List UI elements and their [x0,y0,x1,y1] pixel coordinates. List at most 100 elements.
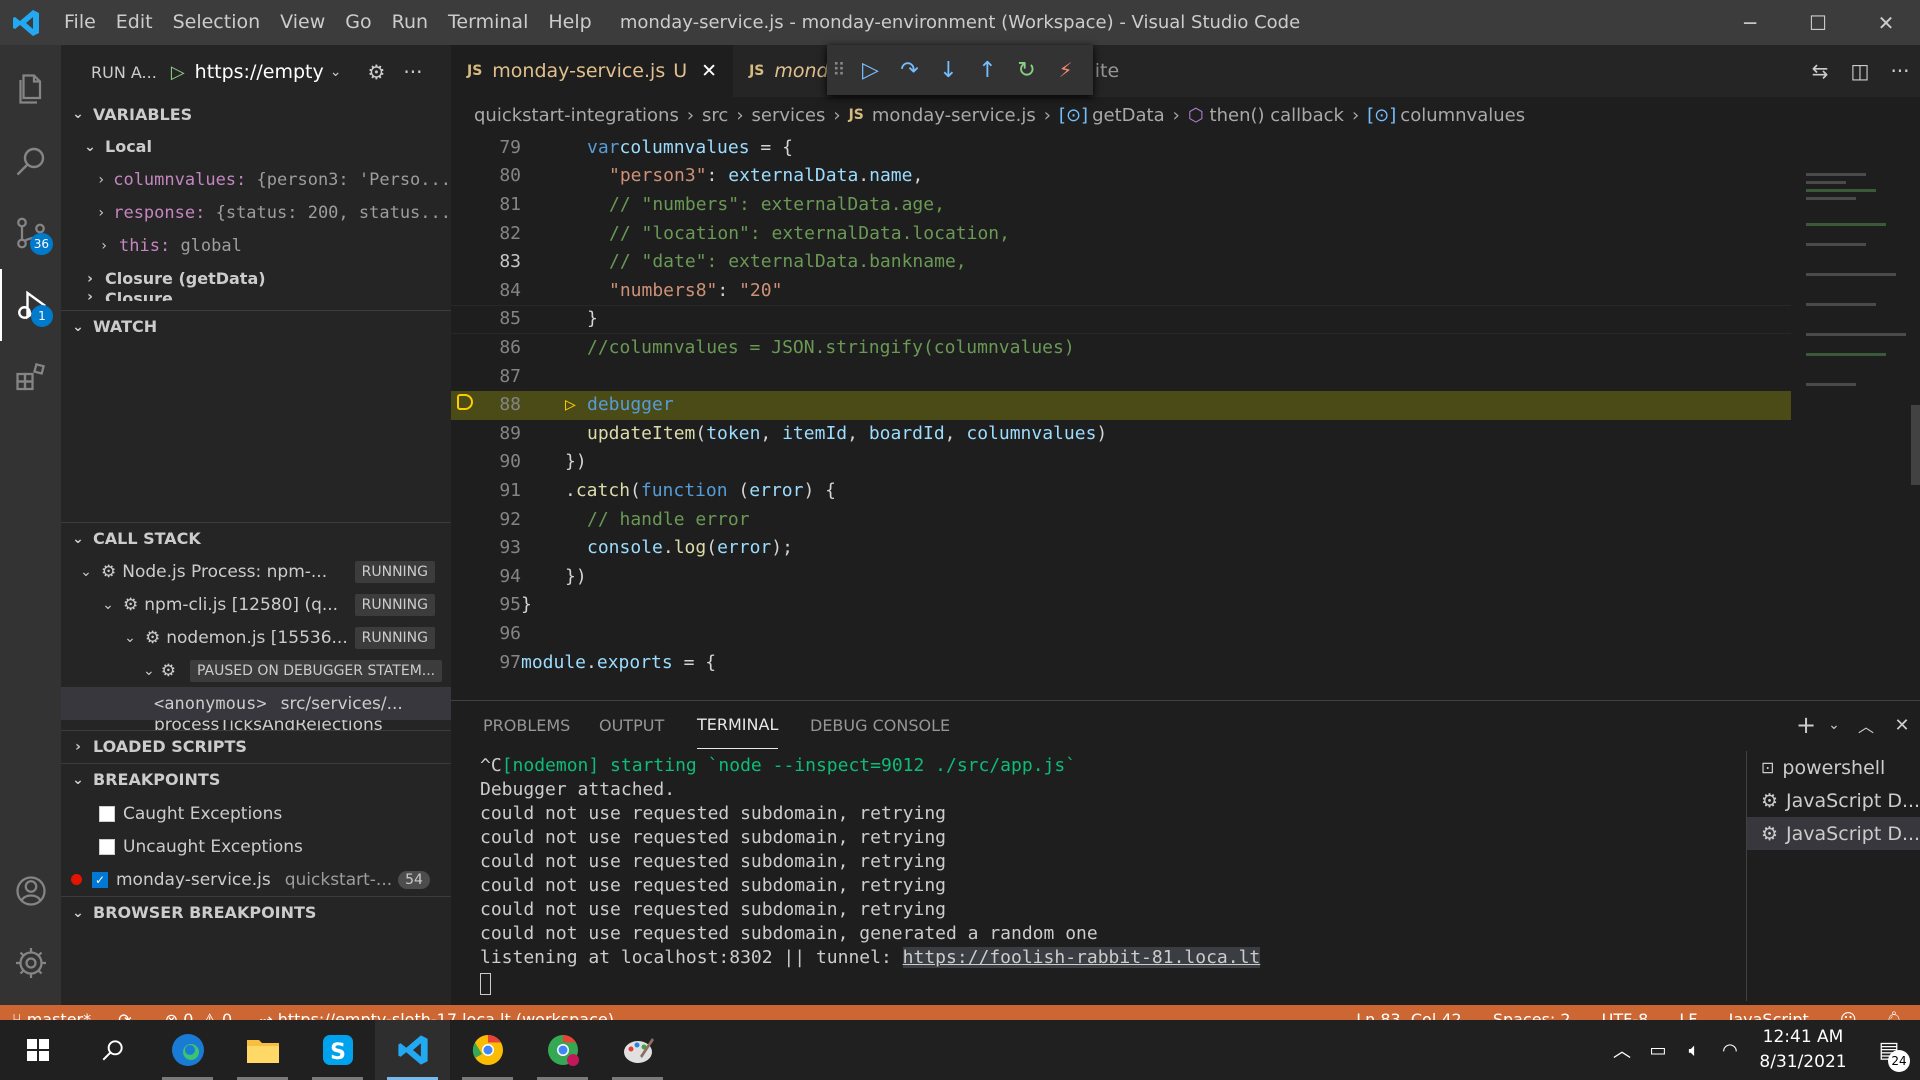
menu-edit[interactable]: Edit [106,0,163,45]
start-button[interactable] [0,1020,75,1080]
callstack-session-node[interactable]: ⌄ ⚙ Node.js Process: npm-... RUNNING [61,555,451,588]
manage-activity[interactable] [0,927,61,999]
taskbar-chrome-canary[interactable] [450,1020,525,1080]
terminal-powershell[interactable]: ⊡ powershell [1747,751,1920,784]
tab-problems[interactable]: PROBLEMS [483,701,570,749]
close-panel-icon[interactable]: ✕ [1884,715,1920,736]
extensions-activity[interactable] [0,341,61,413]
debug-session-label[interactable]: https://empty-sloth-17.loca.lt (workspac… [278,1010,614,1020]
step-out-icon[interactable]: ↑ [968,58,1007,83]
variable-columnvalues[interactable]: › columnvalues: {person3: 'Perso... [61,163,451,196]
variables-scope-closure-2[interactable]: › Closure [61,289,173,301]
more-actions-icon[interactable]: ··· [1880,59,1920,83]
checkbox[interactable] [99,805,115,822]
search-activity[interactable] [0,125,61,197]
variables-section-header[interactable]: ⌄ VARIABLES [61,98,451,130]
taskbar-skype[interactable]: S [300,1020,375,1080]
menu-go[interactable]: Go [335,0,381,45]
current-breakpoint-gutter-icon[interactable] [457,394,473,410]
maximize-panel-icon[interactable]: ︿ [1848,713,1884,737]
taskbar-chrome[interactable] [525,1020,600,1080]
tunnel-link[interactable]: https://foolish-rabbit-81.loca.lt [902,946,1261,968]
menu-selection[interactable]: Selection [163,0,271,45]
encoding[interactable]: UTF-8 [1602,1010,1649,1020]
chevron-down-icon[interactable]: ⌄ [1820,717,1848,733]
more-actions-icon[interactable]: ··· [403,60,422,84]
variable-this[interactable]: › this: global [61,229,451,262]
drag-handle-icon[interactable]: ⠿ [827,60,851,81]
show-hidden-icons-icon[interactable]: ︿ [1604,1037,1640,1063]
sync-icon[interactable]: ⟳ [118,1010,131,1020]
source-control-activity[interactable]: 36 [0,197,61,269]
start-debug-icon[interactable]: ▷ [171,62,185,83]
volume-icon[interactable]: 🔈︎ [1676,1040,1712,1061]
menu-run[interactable]: Run [382,0,438,45]
run-debug-activity[interactable]: 1 [0,269,61,341]
chevron-down-icon[interactable]: ⌄ [330,64,342,80]
breakpoints-section-header[interactable]: ⌄ BREAKPOINTS [61,763,451,795]
notifications-icon[interactable]: 🔔︎ [1884,1010,1904,1020]
accounts-activity[interactable] [0,855,61,927]
editor-scrollbar[interactable] [1911,405,1920,485]
network-warning-icon[interactable]: ▭ [1640,1040,1676,1061]
breakpoint-uncaught-exceptions[interactable]: Uncaught Exceptions [61,830,303,863]
step-into-icon[interactable]: ↓ [929,58,968,83]
end-of-line[interactable]: LF [1679,1010,1697,1020]
tab-monday-service[interactable]: JS monday-service.js U ✕ [451,45,734,97]
close-tab-icon[interactable]: ✕ [701,60,717,82]
breakpoint-file[interactable]: ✓ monday-service.js quickstart-... 54 [61,863,451,896]
open-changes-icon[interactable]: ⇆ [1800,59,1840,83]
wifi-icon[interactable]: ◠ [1712,1040,1748,1061]
branch-name[interactable]: master* [27,1010,91,1020]
browser-breakpoints-section-header[interactable]: ⌄ BROWSER BREAKPOINTS [61,896,451,928]
tab-debug-console[interactable]: DEBUG CONSOLE [810,701,950,749]
minimize-button[interactable]: ─ [1716,0,1784,45]
taskbar-paint[interactable] [600,1020,675,1080]
feedback-icon[interactable]: ☺ [1840,1010,1857,1020]
explorer-activity[interactable] [0,53,61,125]
terminal-js-debug-2[interactable]: ⚙ JavaScript D... [1747,817,1920,850]
minimap[interactable] [1796,133,1906,700]
taskbar-vscode[interactable] [375,1020,450,1080]
split-editor-icon[interactable]: ◫ [1840,59,1880,83]
terminal-output[interactable]: ^C [nodemon] starting `node --inspect=901… [451,751,1741,1001]
tab-output[interactable]: OUTPUT [599,701,664,749]
breadcrumb-columnvalues[interactable]: columnvalues [1400,105,1525,126]
callstack-session-paused[interactable]: ⌄ ⚙ PAUSED ON DEBUGGER STATEM... [61,654,451,687]
checkbox[interactable] [99,838,115,855]
new-terminal-icon[interactable]: + [1792,711,1820,739]
menu-terminal[interactable]: Terminal [438,0,538,45]
error-count[interactable]: 0 [183,1010,193,1020]
breadcrumb-callback[interactable]: then() callback [1210,105,1344,126]
cursor-position[interactable]: Ln 83, Col 42 [1356,1010,1462,1020]
breadcrumb-services[interactable]: services [752,105,826,126]
continue-icon[interactable]: ▷ [851,58,890,83]
variable-response[interactable]: › response: {status: 200, status... [61,196,451,229]
breadcrumb-folder[interactable]: quickstart-integrations [474,105,679,126]
maximize-button[interactable]: ☐ [1784,0,1852,45]
variables-scope-local[interactable]: ⌄ Local [61,130,152,163]
indentation[interactable]: Spaces: 2 [1493,1010,1571,1020]
call-stack-section-header[interactable]: ⌄ CALL STACK [61,522,451,554]
taskbar-edge[interactable] [150,1020,225,1080]
callstack-session-nodemon[interactable]: ⌄ ⚙ nodemon.js [15536... RUNNING [61,621,451,654]
step-over-icon[interactable]: ↷ [890,58,929,83]
loaded-scripts-section-header[interactable]: › LOADED SCRIPTS [61,730,451,762]
menu-file[interactable]: File [54,0,106,45]
taskbar-explorer[interactable] [225,1020,300,1080]
callstack-frame-2[interactable]: processTicksAndRejections [61,720,451,730]
code-area[interactable]: 79 var columnvalues = { 80 "person3": exte… [451,133,1791,700]
breakpoint-caught-exceptions[interactable]: Caught Exceptions [61,797,282,830]
tab-terminal[interactable]: TERMINAL [697,701,779,749]
debug-config-select[interactable]: https://empty [195,61,324,83]
menu-view[interactable]: View [270,0,335,45]
callstack-session-npm[interactable]: ⌄ ⚙ npm-cli.js [12580] (q... RUNNING [61,588,451,621]
checkbox-checked[interactable]: ✓ [92,871,108,888]
warning-count[interactable]: 0 [222,1010,232,1020]
callstack-frame-anonymous[interactable]: <anonymous> src/services/... [61,687,451,720]
terminal-js-debug-1[interactable]: ⚙ JavaScript D... [1747,784,1920,817]
breadcrumb-src[interactable]: src [702,105,728,126]
breadcrumb-file[interactable]: monday-service.js [872,105,1036,126]
debug-settings-gear-icon[interactable]: ⚙ [367,60,385,84]
watch-section-header[interactable]: ⌄ WATCH [61,310,451,342]
